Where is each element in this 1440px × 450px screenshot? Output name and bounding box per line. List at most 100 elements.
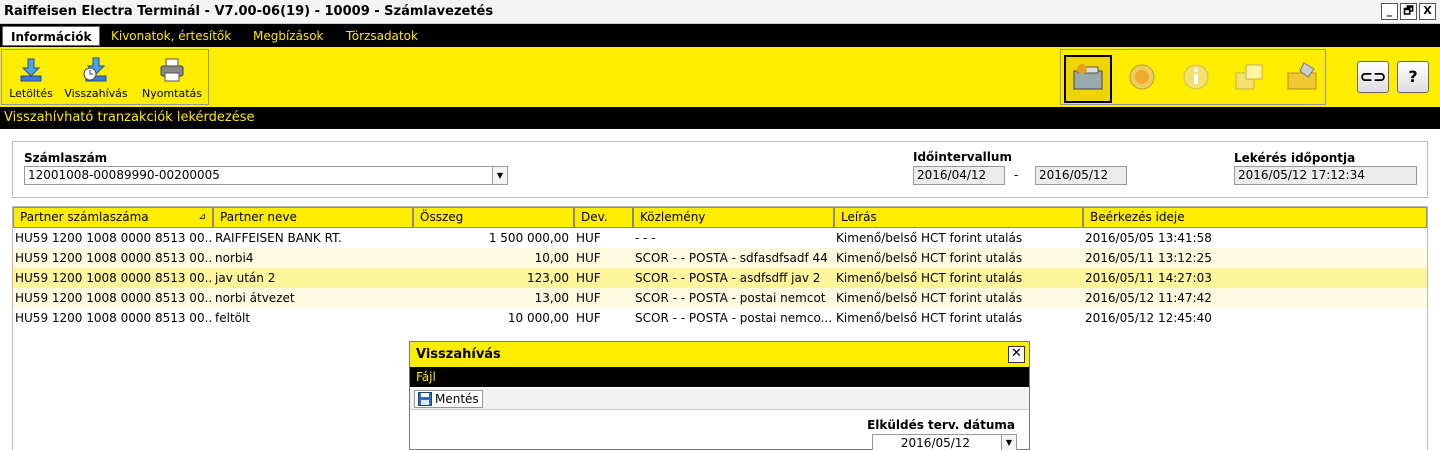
save-button[interactable]: Mentés [414, 390, 483, 408]
col-amount[interactable]: Összeg [413, 207, 574, 228]
table-row[interactable]: HU59 1200 1008 0000 8513 00... jav után 2… [13, 268, 1427, 288]
chevron-down-icon[interactable]: ▼ [1001, 435, 1016, 450]
cell-remark: SCOR - - POSTA - asdfsdff jav 2 [635, 271, 821, 285]
print-button[interactable]: Nyomtatás [138, 56, 206, 100]
window-title: Raiffeisen Electra Terminál - V7.00-06(1… [4, 4, 494, 19]
recall-dialog: Visszahívás ✕ Fájl Mentés Elküldés terv.… [409, 341, 1030, 450]
col-description[interactable]: Leírás [834, 207, 1083, 228]
cell-description: Kimenő/belső HCT forint utalás [836, 291, 1023, 305]
cell-amount: 1 500 000,00 [488, 231, 569, 245]
cell-partner-account: HU59 1200 1008 0000 8513 00... [15, 251, 211, 265]
cell-amount: 13,00 [534, 291, 569, 305]
cell-currency: HUF [576, 291, 601, 305]
toolbar: Letöltés Visszahívás Nyomtatás ⊂⊃ ? [0, 47, 1440, 107]
send-date-label: Elküldés terv. dátuma [867, 418, 1015, 432]
cell-partner-account: HU59 1200 1008 0000 8513 00... [15, 291, 211, 305]
save-label: Mentés [435, 392, 479, 406]
col-partner-account-label: Partner számlaszáma [20, 210, 149, 224]
module-settings-button[interactable] [1280, 55, 1328, 103]
close-icon[interactable]: ✕ [1008, 346, 1025, 363]
cell-amount: 10,00 [534, 251, 569, 265]
menu-torzsadatok[interactable]: Törzsadatok [338, 27, 426, 45]
printer-icon [158, 56, 186, 84]
filter-panel: Számlaszám 12001008-00089990-00200005 ▼ … [12, 141, 1428, 198]
recall-label: Visszahívás [64, 87, 128, 100]
download-label: Letöltés [9, 87, 53, 100]
cell-received: 2016/05/12 12:45:40 [1085, 311, 1212, 325]
cell-description: Kimenő/belső HCT forint utalás [836, 271, 1023, 285]
cell-partner-name: RAIFFEISEN BANK RT. [215, 231, 342, 245]
cell-currency: HUF [576, 311, 601, 325]
exchange-module-icon [1129, 64, 1155, 90]
send-date-field[interactable]: 2016/05/12 ▼ [872, 434, 1017, 450]
table-row[interactable]: HU59 1200 1008 0000 8513 00... norbi4 10,0… [13, 248, 1427, 268]
cell-received: 2016/05/11 14:27:03 [1085, 271, 1212, 285]
account-value: 12001008-00089990-00200005 [28, 168, 220, 182]
dialog-toolbar: Mentés [410, 388, 1029, 410]
help-button[interactable]: ? [1397, 61, 1429, 93]
main-menu: Információk Kivonatok, értesítők Megbízá… [0, 24, 1440, 47]
toolbar-action-group: Letöltés Visszahívás Nyomtatás [1, 49, 209, 105]
module-transfer-button[interactable] [1226, 55, 1274, 103]
print-label: Nyomtatás [141, 87, 203, 100]
account-label: Számlaszám [24, 151, 108, 165]
cell-received: 2016/05/11 13:12:25 [1085, 251, 1212, 265]
close-button[interactable]: X [1419, 3, 1436, 20]
cell-description: Kimenő/belső HCT forint utalás [836, 231, 1023, 245]
cell-remark: SCOR - - POSTA - postai nemcot [635, 291, 826, 305]
table-row[interactable]: HU59 1200 1008 0000 8513 00... feltölt 10 … [13, 308, 1427, 328]
download-button[interactable]: Letöltés [8, 56, 54, 100]
cell-partner-name: jav után 2 [215, 271, 276, 285]
table-row[interactable]: HU59 1200 1008 0000 8513 00... RAIFFEISEN… [13, 228, 1427, 248]
query-time-field: 2016/05/12 17:12:34 [1234, 166, 1417, 185]
cell-currency: HUF [576, 231, 601, 245]
cell-currency: HUF [576, 251, 601, 265]
table-header: Partner számlaszáma ⊿ Partner neve Össze… [13, 207, 1427, 228]
col-currency[interactable]: Dev. [574, 207, 633, 228]
menu-kivonatok[interactable]: Kivonatok, értesítők [103, 27, 239, 45]
recall-icon [82, 56, 110, 84]
dialog-menu-file[interactable]: Fájl [410, 367, 1029, 387]
date-to-field[interactable]: 2016/05/12 [1035, 166, 1127, 185]
menu-informaciok[interactable]: Információk [2, 26, 101, 46]
col-remark[interactable]: Közlemény [633, 207, 834, 228]
menu-megbizasok[interactable]: Megbízások [245, 27, 332, 45]
interval-label: Időintervallum [913, 150, 1012, 164]
download-icon [17, 56, 45, 84]
section-title: Visszahívható tranzakciók lekérdezése [0, 107, 1440, 129]
date-from-field[interactable]: 2016/04/12 [913, 166, 1005, 185]
query-time-label: Lekérés időpontja [1234, 151, 1356, 165]
transfer-module-icon [1235, 64, 1263, 90]
table-row[interactable]: HU59 1200 1008 0000 8513 00... norbi átve… [13, 288, 1427, 308]
cell-description: Kimenő/belső HCT forint utalás [836, 311, 1023, 325]
dialog-title-text: Visszahívás [416, 347, 501, 362]
restore-button[interactable]: 🗗 [1400, 3, 1417, 20]
col-partner-account[interactable]: Partner számlaszáma ⊿ [13, 207, 213, 228]
cell-amount: 10 000,00 [507, 311, 569, 325]
account-module-icon [1073, 64, 1103, 90]
link-button[interactable]: ⊂⊃ [1357, 61, 1389, 93]
cell-amount: 123,00 [527, 271, 569, 285]
dialog-title: Visszahívás ✕ [410, 342, 1029, 367]
minimize-button[interactable]: _ [1381, 3, 1398, 20]
module-account-button[interactable] [1064, 55, 1112, 103]
cell-description: Kimenő/belső HCT forint utalás [836, 251, 1023, 265]
cell-currency: HUF [576, 271, 601, 285]
cell-partner-name: norbi4 [215, 251, 254, 265]
cell-partner-account: HU59 1200 1008 0000 8513 00... [15, 311, 211, 325]
sort-icon: ⊿ [198, 212, 206, 222]
cell-received: 2016/05/12 11:47:42 [1085, 291, 1212, 305]
cell-remark: - - - [635, 231, 656, 245]
module-info-button[interactable] [1172, 55, 1220, 103]
module-exchange-button[interactable] [1118, 55, 1166, 103]
account-select[interactable]: 12001008-00089990-00200005 ▼ [24, 166, 508, 185]
date-separator: - [1014, 168, 1019, 182]
module-switcher [1060, 49, 1326, 105]
cell-partner-account: HU59 1200 1008 0000 8513 00... [15, 231, 211, 245]
recall-button[interactable]: Visszahívás [60, 56, 132, 100]
cell-partner-account: HU59 1200 1008 0000 8513 00... [15, 271, 211, 285]
col-partner-name[interactable]: Partner neve [213, 207, 413, 228]
col-received[interactable]: Beérkezés ideje [1083, 207, 1427, 228]
chevron-down-icon[interactable]: ▼ [492, 167, 507, 184]
floppy-icon [418, 392, 432, 406]
